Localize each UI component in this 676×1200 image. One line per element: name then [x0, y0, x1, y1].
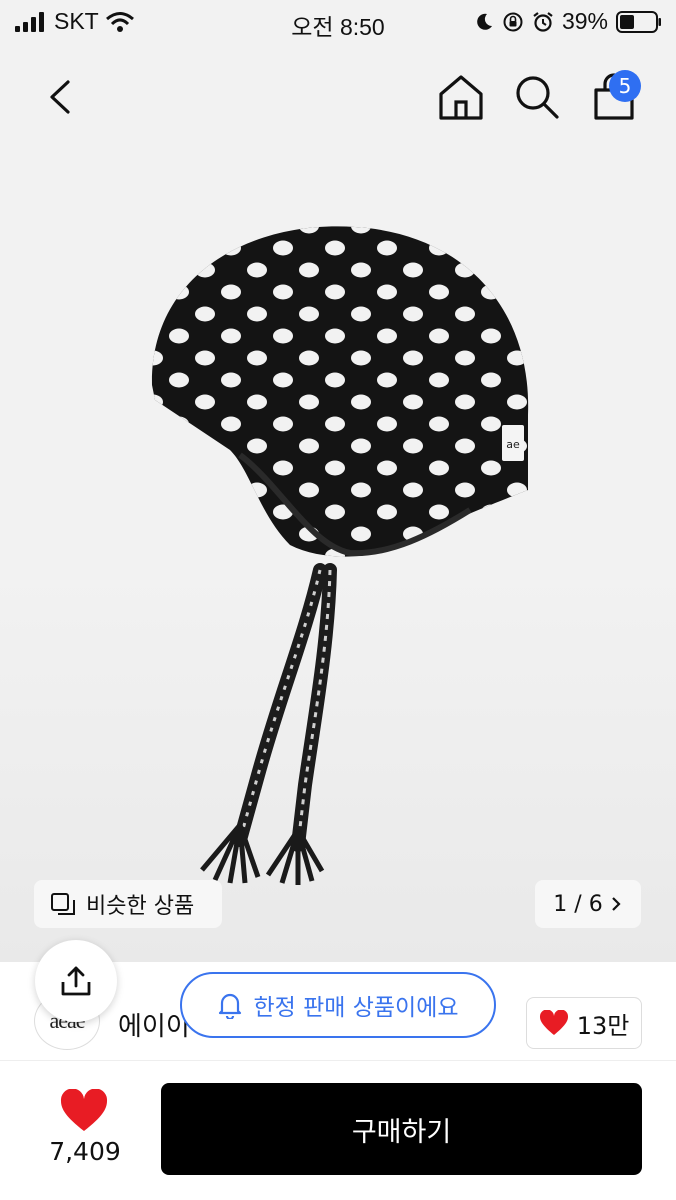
image-pager[interactable]: 1 / 6 — [535, 880, 641, 928]
limited-sale-text: 한정 판매 상품이에요 — [253, 995, 459, 1021]
buy-button[interactable]: 구매하기 — [161, 1083, 642, 1175]
similar-products-button[interactable]: 비슷한 상품 — [34, 880, 222, 928]
battery-icon — [616, 10, 661, 33]
similar-icon — [51, 893, 75, 915]
search-icon[interactable] — [512, 72, 562, 122]
product-image[interactable]: ae — [140, 215, 540, 895]
cart-count-badge: 5 — [609, 70, 641, 102]
status-bar: SKT 오전 8:50 39% — [0, 0, 676, 44]
heart-icon — [539, 1010, 568, 1035]
moon-icon — [477, 13, 492, 30]
similar-products-label: 비슷한 상품 — [86, 894, 195, 919]
share-button[interactable] — [35, 940, 117, 1022]
alarm-icon — [533, 11, 553, 32]
brand-likes-button[interactable]: 13만 — [526, 997, 642, 1049]
status-right: 39% — [474, 8, 662, 35]
home-icon[interactable] — [436, 72, 486, 122]
battery-label: 39% — [561, 8, 608, 34]
bell-icon — [219, 993, 242, 1019]
brand-name[interactable]: 에이이 — [118, 1006, 190, 1043]
rotation-lock-icon — [503, 12, 523, 31]
chevron-right-icon — [611, 897, 621, 911]
heart-icon[interactable] — [60, 1089, 108, 1133]
back-icon[interactable] — [38, 72, 84, 122]
page-indicator: 1 / 6 — [553, 891, 603, 917]
wish-count: 7,409 — [49, 1137, 121, 1166]
brand-likes-count: 13만 — [576, 1011, 630, 1040]
purchase-bar: 7,409 구매하기 — [0, 1060, 676, 1200]
share-icon — [61, 966, 91, 996]
svg-text:ae: ae — [506, 438, 520, 451]
limited-sale-banner[interactable]: 한정 판매 상품이에요 — [180, 972, 496, 1038]
